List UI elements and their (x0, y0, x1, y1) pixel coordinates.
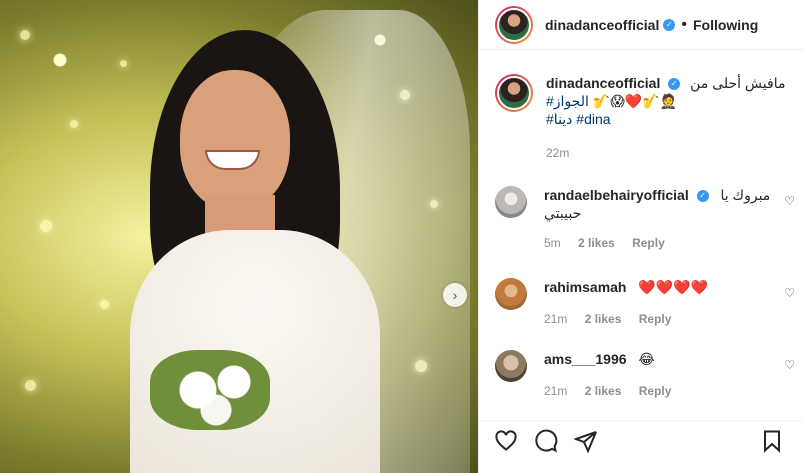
comment-time[interactable]: 21m (544, 384, 567, 398)
comment-likes[interactable]: 2 likes (585, 312, 622, 326)
next-photo-button[interactable]: › (443, 283, 467, 307)
post-timestamp[interactable]: 22m (546, 144, 785, 162)
caption-username[interactable]: dinadanceofficial (546, 75, 660, 91)
post-action-bar (479, 420, 804, 460)
reply-button[interactable]: Reply (632, 236, 665, 250)
heart-icon[interactable]: ♡ (784, 194, 795, 208)
face (180, 70, 290, 210)
reply-button[interactable]: Reply (639, 312, 672, 326)
comment-text-line2: حبيبتي (544, 205, 582, 221)
tulip-bouquet (150, 350, 270, 430)
bokeh-light (120, 60, 127, 67)
hashtag-link[interactable]: #الجواز (546, 93, 589, 109)
verified-badge-icon: ✓ (663, 18, 676, 31)
comment-item: randaelbehairyofficial ✓ مبروك يا حبيبتي… (495, 186, 795, 252)
comment-time[interactable]: 21m (544, 312, 567, 326)
reply-button[interactable]: Reply (639, 384, 672, 398)
commenter-avatar[interactable] (495, 350, 527, 382)
share-icon[interactable] (573, 428, 599, 454)
bokeh-light (20, 30, 30, 40)
caption-avatar[interactable] (495, 74, 533, 112)
comment-icon[interactable] (533, 428, 559, 454)
verified-badge-icon: ✓ (696, 190, 709, 203)
bokeh-light (100, 300, 109, 309)
heart-icon[interactable]: ♡ (784, 358, 795, 372)
comment-time[interactable]: 5m (544, 236, 561, 250)
following-button[interactable]: Following (693, 17, 758, 33)
post-header: dinadanceofficial ✓ • Following (479, 0, 804, 50)
post-dialog: › dinadanceofficial ✓ • Following dinada… (0, 0, 804, 473)
heart-icon[interactable]: ♡ (784, 286, 795, 300)
comment-actions: 21m 2 likes Reply (544, 310, 774, 328)
post-caption: dinadanceofficial ✓ مافيش أحلى من #الجوا… (495, 74, 795, 162)
bokeh-light (40, 220, 52, 232)
post-photo[interactable]: › (0, 0, 478, 473)
caption-emojis: 🎷😱❤️🎷🤵 (592, 93, 678, 109)
commenter-username[interactable]: randaelbehairyofficial (544, 187, 689, 203)
comment-likes[interactable]: 2 likes (578, 236, 615, 250)
comment-text: 😂 (638, 351, 655, 367)
comment-text: مبروك يا (720, 187, 771, 203)
caption-text: مافيش أحلى من (690, 75, 786, 91)
comment-item: ams___1996 😂 21m 2 likes Reply ♡ (495, 350, 795, 400)
comment-actions: 5m 2 likes Reply (544, 234, 774, 252)
hashtag-links[interactable]: #دينا #dina (546, 110, 785, 128)
verified-badge-icon: ✓ (668, 78, 681, 91)
separator-dot: • (681, 15, 687, 33)
commenter-avatar[interactable] (495, 186, 527, 218)
commenter-username[interactable]: rahimsamah (544, 279, 626, 295)
heart-icon[interactable] (493, 428, 519, 454)
comment-actions: 21m 2 likes Reply (544, 382, 774, 400)
bokeh-light (25, 380, 36, 391)
comment-item: rahimsamah ❤️❤️❤️❤️ 21m 2 likes Reply ♡ (495, 278, 795, 328)
bookmark-icon[interactable] (759, 428, 785, 454)
post-sidebar: dinadanceofficial ✓ • Following dinadanc… (478, 0, 804, 473)
author-username[interactable]: dinadanceofficial (545, 17, 659, 33)
bokeh-light (70, 120, 78, 128)
lace-wedding-dress (130, 230, 380, 473)
chevron-right-icon: › (452, 287, 458, 303)
comment-text: ❤️❤️❤️❤️ (638, 279, 709, 295)
commenter-avatar[interactable] (495, 278, 527, 310)
author-avatar[interactable] (495, 5, 533, 44)
commenter-username[interactable]: ams___1996 (544, 351, 627, 367)
comment-likes[interactable]: 2 likes (585, 384, 622, 398)
